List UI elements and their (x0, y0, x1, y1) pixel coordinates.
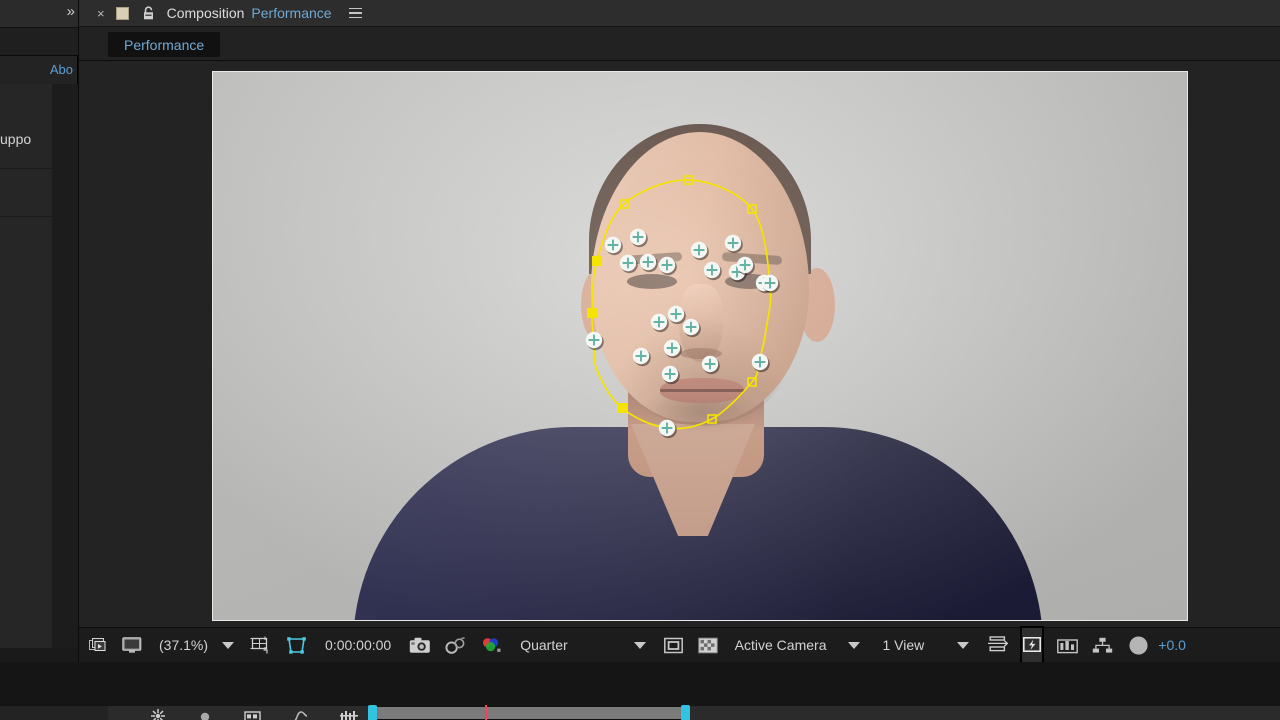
left-sidebar-body-secondary (52, 84, 78, 648)
sidebar-item-label[interactable]: uppo (0, 131, 31, 147)
sidebar-tab-label[interactable]: Abo (50, 62, 73, 77)
graph-editor-icon[interactable] (293, 709, 308, 720)
region-of-interest-icon[interactable] (286, 628, 307, 663)
views-dropdown-caret[interactable] (957, 641, 970, 649)
motion-blur-icon[interactable] (198, 709, 212, 720)
views-label[interactable]: 1 View (882, 628, 924, 663)
mask-vertex-handle-selected[interactable] (592, 256, 602, 266)
face-tracker-point[interactable] (751, 353, 770, 373)
show-channel-icon[interactable] (480, 628, 502, 663)
sidebar-divider (0, 216, 52, 217)
shy-icon[interactable] (244, 709, 261, 720)
camera-label[interactable]: Active Camera (735, 628, 827, 663)
zoom-dropdown-caret[interactable] (222, 641, 235, 649)
composition-tabbar: × Composition Performance (79, 0, 1280, 27)
frame-blending-icon[interactable] (340, 709, 358, 720)
composition-subtabbar: Performance (79, 27, 1280, 61)
timeline-switch-icons[interactable] (150, 708, 358, 720)
panel-type-label: Composition (166, 5, 245, 21)
left-sidebar-topbar: » (0, 0, 78, 28)
fast-previews-icon[interactable] (1020, 625, 1045, 665)
after-effects-window: » Abo uppo × Composition Performance Per… (0, 0, 1280, 720)
mask-vertex-handle-selected[interactable] (617, 403, 627, 413)
always-preview-icon[interactable] (89, 628, 108, 663)
face-tracker-point[interactable] (619, 254, 638, 274)
sidebar-divider (0, 168, 52, 169)
face-tracker-point[interactable] (650, 313, 669, 333)
work-area-start-handle[interactable] (368, 705, 377, 720)
face-tracker-point[interactable] (690, 241, 709, 261)
tab-performance[interactable]: Performance (108, 32, 221, 57)
grid-and-guide-options-icon[interactable] (250, 628, 271, 663)
face-tracker-point[interactable] (658, 256, 677, 276)
composition-name-label[interactable]: Performance (251, 5, 331, 21)
composition-toolbar: (37.1%) 0:00:00:00 Quarter Active Camera… (79, 625, 1280, 665)
timeline-icon[interactable] (1057, 628, 1079, 663)
comp-color-swatch (115, 6, 129, 20)
exposure-value[interactable]: +0.0 (1158, 628, 1186, 663)
zoom-level-label[interactable]: (37.1%) (159, 628, 208, 663)
timecode-display[interactable]: 0:00:00:00 (325, 628, 391, 663)
face-tracker-point[interactable] (661, 365, 680, 385)
pixel-aspect-correction-icon[interactable] (987, 628, 1009, 663)
face-tracker-point[interactable] (658, 419, 677, 439)
show-snapshot-icon[interactable] (445, 628, 466, 663)
work-area-end-handle[interactable] (681, 705, 690, 720)
brightness-icon[interactable] (150, 708, 166, 720)
main-viewer-icon[interactable] (122, 628, 142, 663)
comp-flowchart-icon[interactable] (1092, 628, 1113, 663)
face-tracker-point[interactable] (629, 228, 648, 248)
take-snapshot-icon[interactable] (409, 628, 431, 663)
close-tab-button[interactable]: × (97, 7, 105, 20)
video-frame[interactable] (213, 72, 1187, 620)
mask-vertex-handle-selected[interactable] (587, 308, 597, 318)
resolution-label[interactable]: Quarter (520, 628, 567, 663)
face-tracker-point[interactable] (667, 305, 686, 325)
composition-panel: × Composition Performance Performance (3… (79, 0, 1280, 665)
face-tracker-point[interactable] (639, 253, 658, 273)
lock-icon[interactable] (142, 5, 155, 21)
timeline-layer-column (0, 706, 108, 720)
face-tracker-point[interactable] (724, 234, 743, 254)
expand-panels-chevron-icon[interactable]: » (67, 3, 75, 21)
composition-viewer[interactable] (79, 61, 1280, 627)
camera-dropdown-caret[interactable] (848, 641, 861, 649)
panel-menu-icon[interactable] (348, 7, 362, 19)
work-area-bar[interactable] (372, 706, 686, 720)
face-tracker-point[interactable] (604, 236, 623, 256)
exposure-icon[interactable] (1129, 628, 1148, 663)
face-tracker-point[interactable] (701, 355, 720, 375)
face-tracking-overlay[interactable] (213, 72, 1187, 620)
face-mask-outline[interactable] (591, 179, 772, 430)
left-sidebar-tabstrip (0, 28, 78, 56)
playhead-marker[interactable] (485, 705, 487, 720)
left-sidebar-panel: » Abo uppo (0, 0, 78, 720)
transparency-grid-icon[interactable] (697, 628, 718, 663)
face-tracker-point[interactable] (682, 318, 701, 338)
face-tracker-point[interactable] (703, 261, 722, 281)
region-of-interest-toggle-icon[interactable] (663, 628, 683, 663)
face-tracker-point[interactable] (632, 347, 651, 367)
face-tracker-point[interactable] (585, 331, 604, 351)
face-tracker-point[interactable] (663, 339, 682, 359)
resolution-dropdown-caret[interactable] (633, 641, 646, 649)
